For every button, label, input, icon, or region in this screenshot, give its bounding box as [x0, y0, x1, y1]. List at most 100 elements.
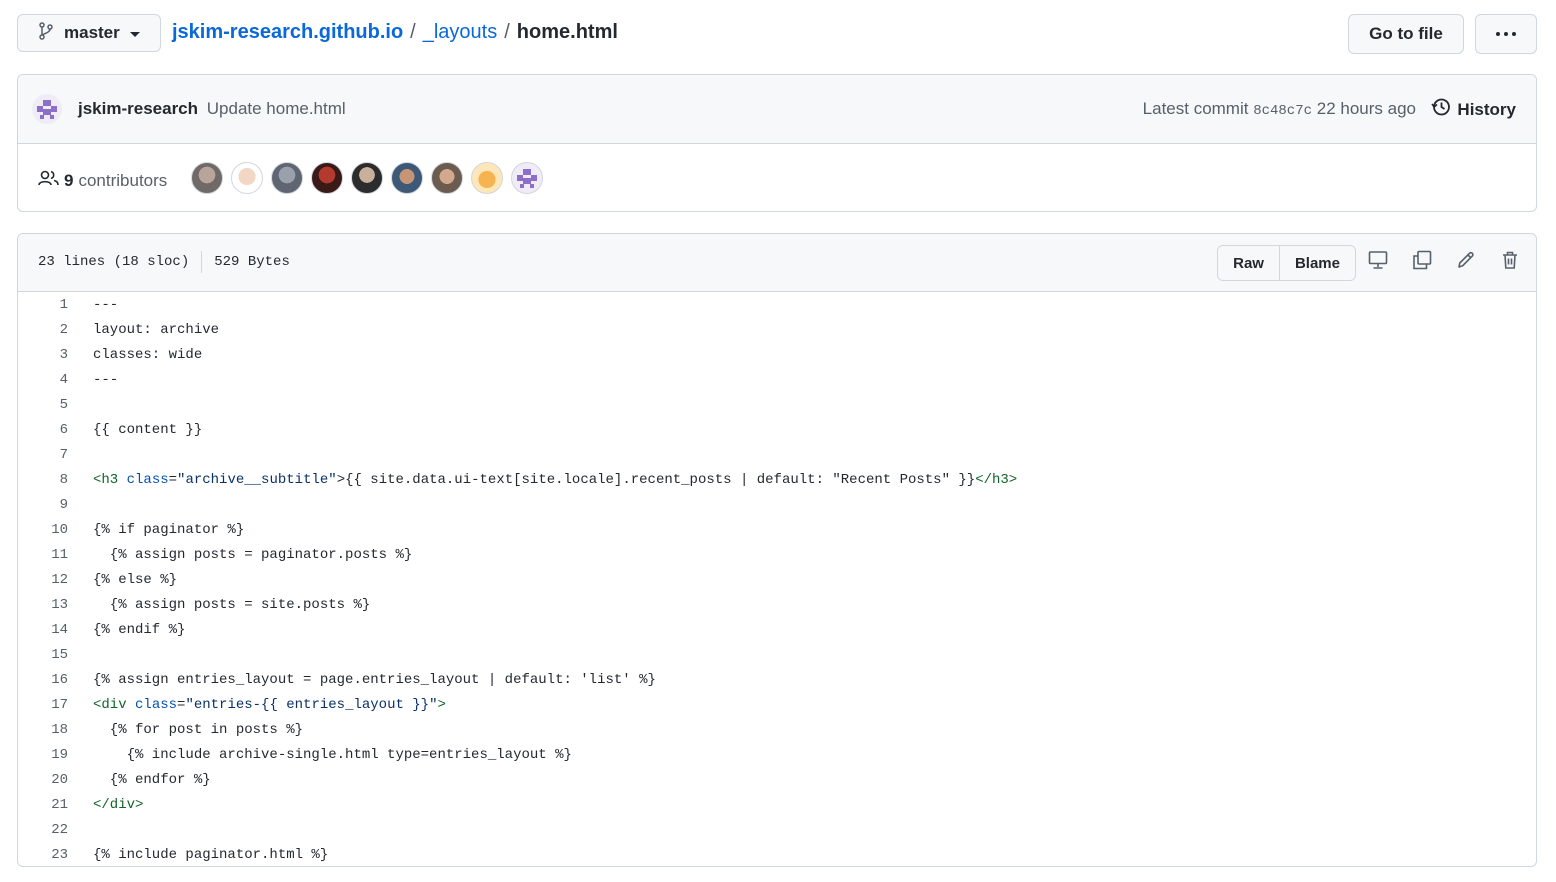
contributor-avatar[interactable]	[191, 162, 223, 194]
file-actions	[1368, 250, 1520, 270]
line-number[interactable]: 9	[18, 497, 68, 513]
line-number[interactable]: 16	[18, 672, 68, 688]
html-attribute: class	[135, 696, 178, 713]
line-number[interactable]: 18	[18, 722, 68, 738]
contributor-avatar[interactable]	[271, 162, 303, 194]
commit-summary: jskim-research Update home.html Latest c…	[17, 74, 1537, 212]
breadcrumb: jskim-research.github.io / _layouts / ho…	[172, 21, 618, 44]
author-avatar[interactable]	[32, 94, 62, 124]
pencil-icon[interactable]	[1456, 250, 1476, 270]
line-number[interactable]: 23	[18, 847, 68, 863]
line-number[interactable]: 1	[18, 297, 68, 313]
line-number[interactable]: 11	[18, 547, 68, 563]
go-to-file-button[interactable]: Go to file	[1348, 14, 1464, 54]
code-text: </div>	[93, 796, 144, 813]
line-number[interactable]: 7	[18, 447, 68, 463]
contributor-avatar[interactable]	[231, 162, 263, 194]
code-line: 14 {% endif %}	[18, 617, 1536, 642]
line-number[interactable]: 14	[18, 622, 68, 638]
code-line: 21 </div>	[18, 792, 1536, 817]
code-line: 22	[18, 817, 1536, 842]
line-number[interactable]: 15	[18, 647, 68, 663]
code-token: >{{ site.data.ui-text[site.locale].recen…	[336, 471, 976, 488]
line-number[interactable]: 19	[18, 747, 68, 763]
code-text: {% endif %}	[93, 621, 186, 638]
contributors-link[interactable]: 9 contributors	[38, 169, 167, 192]
line-number[interactable]: 22	[18, 822, 68, 838]
contributor-avatar[interactable]	[311, 162, 343, 194]
commit-sha-link[interactable]: 8c48c7c	[1253, 103, 1312, 119]
line-number[interactable]: 17	[18, 697, 68, 713]
file-view-buttons: Raw Blame	[1217, 245, 1356, 281]
code-text: {% for post in posts %}	[93, 721, 304, 738]
code-text: {% assign posts = paginator.posts %}	[93, 546, 413, 563]
breadcrumb-repo-link[interactable]: jskim-research.github.io	[172, 21, 403, 44]
contributor-avatar[interactable]	[471, 162, 503, 194]
line-number[interactable]: 6	[18, 422, 68, 438]
line-number[interactable]: 20	[18, 772, 68, 788]
file-info: 23 lines (18 sloc) 529 Bytes	[38, 251, 290, 273]
line-number[interactable]: 13	[18, 597, 68, 613]
contributor-avatars	[191, 162, 543, 194]
line-number[interactable]: 5	[18, 397, 68, 413]
branch-name: master	[64, 23, 120, 42]
line-number[interactable]: 8	[18, 472, 68, 488]
line-number[interactable]: 21	[18, 797, 68, 813]
contributors-row: 9 contributors	[18, 144, 1536, 211]
code-line: 3 classes: wide	[18, 342, 1536, 367]
code-line: 6 {{ content }}	[18, 417, 1536, 442]
code-text: <div class="entries-{{ entries_layout }}…	[93, 697, 446, 713]
file-navigation: master jskim-research.github.io / _layou…	[17, 14, 1537, 54]
breadcrumb-separator: /	[410, 21, 416, 43]
people-icon	[38, 169, 60, 192]
file-size: 529 Bytes	[214, 254, 290, 270]
line-number[interactable]: 12	[18, 572, 68, 588]
code-line: 23 {% include paginator.html %}	[18, 842, 1536, 866]
blame-button[interactable]: Blame	[1279, 246, 1355, 280]
line-number[interactable]: 4	[18, 372, 68, 388]
commit-author-link[interactable]: jskim-research	[78, 99, 198, 118]
copy-icon[interactable]	[1412, 250, 1432, 270]
code-text: layout: archive	[93, 321, 220, 338]
commit-message-area: jskim-research Update home.html	[78, 99, 346, 119]
history-link[interactable]: History	[1431, 97, 1516, 122]
code-text: ---	[93, 371, 119, 388]
branch-selector-button[interactable]: master	[17, 14, 161, 52]
history-icon	[1431, 97, 1451, 122]
file-header: 23 lines (18 sloc) 529 Bytes Raw Blame	[18, 234, 1536, 292]
contributors-label: contributors	[78, 170, 168, 190]
code-line: 5	[18, 392, 1536, 417]
line-number[interactable]: 2	[18, 322, 68, 338]
line-number[interactable]: 3	[18, 347, 68, 363]
code-text: {% endfor %}	[93, 771, 211, 788]
contributor-avatar[interactable]	[431, 162, 463, 194]
commit-meta: Latest commit 8c48c7c 22 hours ago	[1143, 99, 1416, 119]
code-text: classes: wide	[93, 346, 203, 363]
code-token: =	[168, 471, 178, 488]
breadcrumb-separator: /	[504, 21, 510, 43]
commit-message-link[interactable]: Update home.html	[207, 99, 346, 118]
line-number[interactable]: 10	[18, 522, 68, 538]
code-line: 10 {% if paginator %}	[18, 517, 1536, 542]
code-text: {{ content }}	[93, 421, 203, 438]
latest-commit-label: Latest commit	[1142, 99, 1249, 118]
code-line: 2 layout: archive	[18, 317, 1536, 342]
code-text: {% assign entries_layout = page.entries_…	[93, 671, 656, 688]
trash-icon[interactable]	[1500, 250, 1520, 270]
code-line: 9	[18, 492, 1536, 517]
desktop-icon[interactable]	[1368, 250, 1388, 270]
code-line: 8 <h3 class="archive__subtitle">{{ site.d…	[18, 467, 1536, 492]
raw-button[interactable]: Raw	[1218, 246, 1280, 280]
code-line: 12 {% else %}	[18, 567, 1536, 592]
code-text: <h3 class="archive__subtitle">{{ site.da…	[93, 472, 1017, 488]
code-line: 18 {% for post in posts %}	[18, 717, 1536, 742]
code-text: ---	[93, 296, 119, 313]
contributor-avatar[interactable]	[511, 162, 543, 194]
breadcrumb-folder-link[interactable]: _layouts	[423, 21, 498, 44]
contributor-avatar[interactable]	[351, 162, 383, 194]
html-attribute: class	[126, 471, 169, 488]
code-text: {% if paginator %}	[93, 521, 245, 538]
contributors-count: 9	[64, 170, 74, 190]
more-options-button[interactable]	[1475, 14, 1537, 54]
contributor-avatar[interactable]	[391, 162, 423, 194]
